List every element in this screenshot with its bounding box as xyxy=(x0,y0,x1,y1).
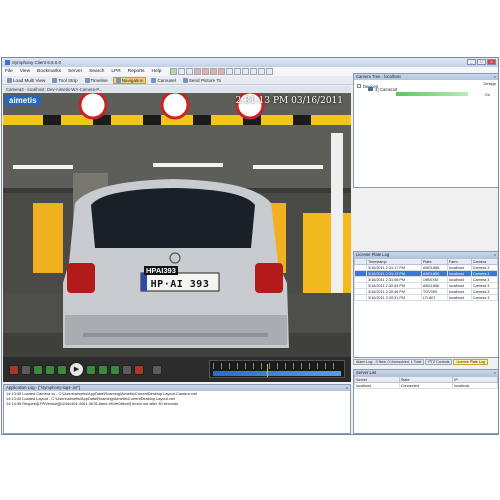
plate-recognition-overlay: HPAI393 xyxy=(144,266,178,275)
application-log-panel: Application Log - ["\symphony-logs-.txt"… xyxy=(3,384,351,434)
step-forward-icon[interactable] xyxy=(110,364,120,375)
checkbox-icon[interactable] xyxy=(357,84,361,88)
aimetis-logo: aimetis xyxy=(5,95,41,106)
timeline-icon xyxy=(84,77,90,83)
timeline-bar xyxy=(213,371,341,376)
load-multi-view-button[interactable]: Load Multi View xyxy=(5,77,47,84)
close-icon[interactable]: × xyxy=(494,252,496,258)
license-plate-log-header: License Plate Log × xyxy=(354,252,498,258)
timeline-ticks xyxy=(213,363,341,369)
menu-view[interactable]: View xyxy=(20,69,30,74)
video-header: Camera3 - localhost: Dev-Aimetis-WA-Came… xyxy=(3,86,351,93)
title-bar: Symphony Client 6.6.0.0 _ □ × xyxy=(2,58,498,67)
app-icon xyxy=(5,60,10,65)
server-list-panel: Server List × Server State IP localhost … xyxy=(353,369,498,434)
export-icon[interactable] xyxy=(152,364,162,375)
camera-status-bar xyxy=(396,92,468,96)
symphony-client-window: Symphony Client 6.6.0.0 _ □ × File View … xyxy=(1,57,499,435)
slow-back-icon[interactable] xyxy=(57,364,67,375)
menu-help[interactable]: Help xyxy=(152,69,162,74)
menu-bookmarks[interactable]: Bookmarks xyxy=(37,69,61,74)
tool-icon[interactable] xyxy=(210,68,217,75)
bottom-tabs: Alarm Log - 0 New, 0 Unresolved, 1 Total… xyxy=(353,359,489,365)
navigation-button[interactable]: Navigation xyxy=(112,76,147,84)
live-icon[interactable] xyxy=(134,364,144,375)
camera-icon xyxy=(368,87,373,91)
close-icon[interactable]: × xyxy=(494,370,496,376)
multi-view-icon xyxy=(7,77,12,83)
carousel-button[interactable]: Carousel xyxy=(149,77,177,84)
menu-server[interactable]: Server xyxy=(68,69,82,74)
tool-icon[interactable] xyxy=(226,68,233,75)
step-back-icon[interactable] xyxy=(33,364,43,375)
tool-icon[interactable] xyxy=(186,68,193,75)
tool-icon[interactable] xyxy=(266,68,273,75)
server-list-header: Server List × xyxy=(354,370,498,376)
license-plate: HP·AI 393 xyxy=(150,279,210,290)
rewind-icon[interactable] xyxy=(45,364,55,375)
server-table: Server State IP localhost Connected loca… xyxy=(354,376,498,389)
menu-search[interactable]: Search xyxy=(89,69,104,74)
record-icon[interactable] xyxy=(9,364,19,375)
application-log-header: Application Log - ["\symphony-logs-.txt"… xyxy=(4,385,350,391)
video-panel: Camera3 - localhost: Dev-Aimetis-WA-Came… xyxy=(3,86,351,382)
license-plate-log-panel: License Plate Log × Timestamp Plate Farm… xyxy=(353,251,498,358)
window-controls: _ □ × xyxy=(467,59,496,65)
tool-icon[interactable] xyxy=(202,68,209,75)
quick-tool-icons xyxy=(170,68,273,75)
tool-icon[interactable] xyxy=(178,68,185,75)
camera-status: On xyxy=(484,92,490,97)
send-picture-icon xyxy=(182,77,188,83)
fast-forward-icon[interactable] xyxy=(98,364,108,375)
log-line: 14:14:38 Request[LPRVersion][b244c404-40… xyxy=(6,401,179,406)
timeline-scrubber[interactable] xyxy=(209,360,345,378)
tool-icon[interactable] xyxy=(218,68,225,75)
timeline-marker[interactable] xyxy=(266,364,268,377)
tab-alarm-log[interactable]: Alarm Log - 0 New, 0 Unresolved, 1 Total xyxy=(353,359,425,365)
video-timestamp: 2:31:13 PM 03/16/2011 xyxy=(235,96,343,106)
license-plate-table: Timestamp Plate Farm Camera 3/16/2011 2:… xyxy=(354,258,498,301)
minimize-button[interactable]: _ xyxy=(467,59,476,65)
table-row[interactable]: 3/16/2011 2:30:31 PM LTL807 localhost Camer… xyxy=(354,294,498,301)
skip-back-icon[interactable] xyxy=(21,364,31,375)
maximize-button[interactable]: □ xyxy=(477,59,486,65)
playback-controls: ▶ xyxy=(3,357,351,382)
tool-icon[interactable] xyxy=(242,68,249,75)
design-button[interactable]: Design xyxy=(484,81,496,86)
tool-strip-icon xyxy=(52,77,58,83)
tool-icon[interactable] xyxy=(250,68,257,75)
tab-license-plate-log[interactable]: License Plate Log xyxy=(453,359,489,365)
close-button[interactable]: × xyxy=(487,59,496,65)
tool-icon[interactable] xyxy=(194,68,201,75)
tab-ptz-controls[interactable]: PTZ Controls xyxy=(425,359,453,365)
close-icon[interactable]: × xyxy=(346,385,348,391)
camera-video-feed[interactable]: aimetis 2:31:13 PM 03/16/2011 HPAI393 HP… xyxy=(3,93,351,357)
skip-forward-icon[interactable] xyxy=(122,364,132,375)
carousel-icon xyxy=(151,77,157,83)
timeline-button[interactable]: Timeline xyxy=(83,77,110,84)
application-log-title: Application Log - ["\symphony-logs-.txt"… xyxy=(6,385,80,390)
navigation-icon xyxy=(115,77,121,83)
menu-lpr[interactable]: LPR xyxy=(111,69,120,74)
tool-icon[interactable] xyxy=(234,68,241,75)
parking-garage-scene xyxy=(3,93,351,357)
send-picture-button[interactable]: Send Picture To xyxy=(181,77,223,84)
tool-icon[interactable] xyxy=(170,68,177,75)
window-title: Symphony Client 6.6.0.0 xyxy=(12,60,62,65)
camera-tree-panel: Camera Tree - localhost × Design Devices… xyxy=(353,73,498,188)
tool-strip-button[interactable]: Tool Strip xyxy=(50,77,79,84)
menu-reports[interactable]: Reports xyxy=(128,69,145,74)
play-icon[interactable]: ▶ xyxy=(69,362,84,377)
table-row[interactable]: localhost Connected localhost xyxy=(354,382,498,389)
menu-file[interactable]: File xyxy=(5,69,13,74)
slow-forward-icon[interactable] xyxy=(86,364,96,375)
tool-icon[interactable] xyxy=(258,68,265,75)
